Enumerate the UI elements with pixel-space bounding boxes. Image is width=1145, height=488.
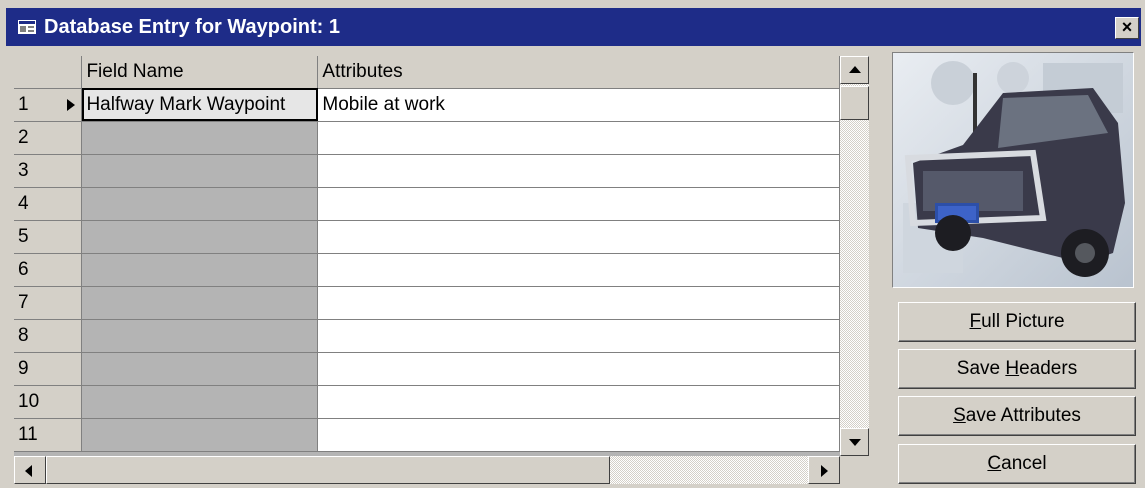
field-name-cell[interactable] [81, 286, 319, 320]
button-label-post: ull Picture [981, 311, 1065, 332]
attributes-cell[interactable] [317, 319, 840, 353]
current-row-icon [67, 98, 75, 111]
scroll-left-button[interactable] [14, 456, 46, 484]
grid-row[interactable]: 11 [14, 418, 840, 452]
button-label-pre: Save [956, 358, 1006, 379]
column-header-field-name[interactable]: Field Name [81, 56, 319, 89]
row-header[interactable]: 6 [14, 253, 83, 287]
button-label-post: eaders [1019, 358, 1078, 379]
title-bar: Database Entry for Waypoint: 1 × [6, 8, 1141, 46]
grid-row[interactable]: 8 [14, 319, 840, 353]
save-headers-button[interactable]: Save Headers [898, 349, 1136, 389]
field-name-cell[interactable] [81, 154, 319, 188]
cancel-button[interactable]: Cancel [898, 444, 1136, 484]
attributes-cell[interactable] [317, 121, 840, 155]
field-name-cell[interactable] [81, 121, 319, 155]
row-number: 10 [18, 390, 40, 412]
save-attributes-button[interactable]: Save Attributes [898, 396, 1136, 436]
grid-row[interactable]: 6 [14, 253, 840, 287]
row-number: 6 [18, 258, 29, 280]
arrow-down-icon [849, 439, 861, 446]
attributes-cell[interactable] [317, 220, 840, 254]
close-button[interactable]: × [1115, 17, 1139, 39]
row-header[interactable]: 3 [14, 154, 83, 188]
vertical-scroll-thumb[interactable] [840, 86, 869, 120]
row-number: 9 [18, 357, 29, 379]
grid-corner-cell [14, 56, 83, 89]
field-name-cell[interactable] [81, 187, 319, 221]
grid-row[interactable]: 4 [14, 187, 840, 221]
window-icon [18, 20, 36, 34]
horizontal-scrollbar[interactable] [14, 456, 840, 484]
attributes-cell[interactable]: Mobile at work [317, 88, 840, 122]
attributes-grid[interactable]: Field Name Attributes 1 Halfway Mark Wayp… [14, 56, 840, 456]
field-name-cell[interactable] [81, 220, 319, 254]
row-header[interactable]: 2 [14, 121, 83, 155]
field-name-cell[interactable] [81, 352, 319, 386]
row-number: 7 [18, 291, 29, 313]
accelerator-key: S [953, 405, 966, 426]
scroll-up-button[interactable] [840, 56, 869, 84]
attributes-cell[interactable] [317, 385, 840, 419]
accelerator-key: C [987, 453, 1002, 474]
grid-row[interactable]: 9 [14, 352, 840, 386]
window-title: Database Entry for Waypoint: 1 [44, 16, 340, 38]
row-number: 1 [18, 93, 29, 115]
arrow-up-icon [849, 66, 861, 73]
vertical-scrollbar[interactable] [840, 56, 869, 456]
grid-row[interactable]: 3 [14, 154, 840, 188]
close-icon: × [1121, 17, 1133, 37]
row-header[interactable]: 8 [14, 319, 83, 353]
arrow-right-icon [821, 465, 828, 477]
attributes-cell[interactable] [317, 154, 840, 188]
accelerator-key: F [969, 311, 982, 332]
attributes-cell[interactable] [317, 187, 840, 221]
row-header[interactable]: 7 [14, 286, 83, 320]
button-label-post: ancel [1001, 453, 1047, 474]
row-header[interactable]: 5 [14, 220, 83, 254]
accelerator-key: H [1005, 358, 1020, 379]
full-picture-button[interactable]: Full Picture [898, 302, 1136, 342]
column-header-attributes[interactable]: Attributes [317, 56, 840, 89]
row-number: 2 [18, 126, 29, 148]
grid-row[interactable]: 5 [14, 220, 840, 254]
grid-row[interactable]: 2 [14, 121, 840, 155]
grid-header-row: Field Name Attributes [14, 56, 840, 89]
attributes-cell[interactable] [317, 253, 840, 287]
grid-row[interactable]: 10 [14, 385, 840, 419]
row-number: 4 [18, 192, 29, 214]
field-name-cell[interactable] [81, 253, 319, 287]
row-number: 3 [18, 159, 29, 181]
field-name-cell[interactable] [81, 418, 319, 452]
row-number: 8 [18, 324, 29, 346]
grid-row[interactable]: 1 Halfway Mark Waypoint Mobile at work [14, 88, 840, 122]
attributes-cell[interactable] [317, 418, 840, 452]
horizontal-scroll-thumb[interactable] [46, 456, 610, 484]
row-header[interactable]: 11 [14, 418, 83, 452]
vehicle-photo-icon [893, 53, 1133, 287]
button-label-post: ave Attributes [965, 405, 1081, 426]
field-name-cell[interactable] [81, 319, 319, 353]
row-header[interactable]: 9 [14, 352, 83, 386]
attributes-cell[interactable] [317, 352, 840, 386]
scroll-down-button[interactable] [840, 428, 869, 456]
row-number: 5 [18, 225, 29, 247]
row-number: 11 [18, 423, 38, 445]
row-header[interactable]: 4 [14, 187, 83, 221]
attributes-cell[interactable] [317, 286, 840, 320]
row-header[interactable]: 1 [14, 88, 83, 122]
row-header[interactable]: 10 [14, 385, 83, 419]
waypoint-picture [892, 52, 1134, 288]
field-name-cell[interactable]: Halfway Mark Waypoint [81, 88, 319, 122]
arrow-left-icon [25, 465, 32, 477]
scroll-right-button[interactable] [808, 456, 840, 484]
grid-row[interactable]: 7 [14, 286, 840, 320]
field-name-cell[interactable] [81, 385, 319, 419]
scrollbar-corner [840, 456, 869, 484]
